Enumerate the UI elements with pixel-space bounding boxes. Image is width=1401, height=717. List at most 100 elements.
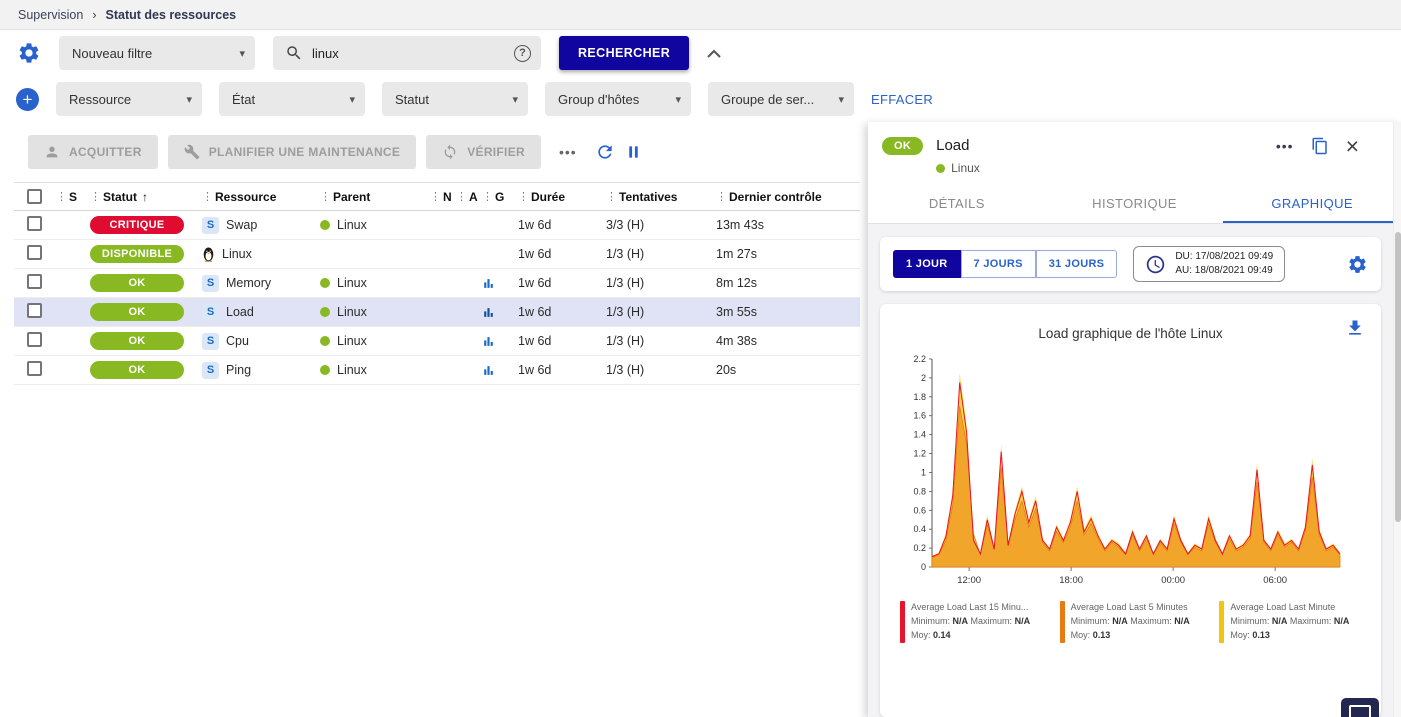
criteria-select-state[interactable]: État ▾ [219, 82, 365, 116]
parent-name: Linux [337, 218, 367, 232]
graph-card: Load graphique de l'hôte Linux 00.20.40.… [880, 304, 1381, 717]
breadcrumb: Supervision › Statut des ressources [0, 0, 1401, 30]
scrollbar-thumb[interactable] [1395, 232, 1401, 522]
drag-handle-icon[interactable]: ⋮ [456, 190, 467, 203]
col-header-n[interactable]: N [443, 190, 452, 204]
select-all-checkbox[interactable] [27, 189, 42, 204]
duration-value: 1w 6d [518, 247, 606, 261]
drag-handle-icon[interactable]: ⋮ [202, 190, 213, 203]
collapse-filters-button[interactable] [707, 49, 721, 58]
breadcrumb-item-supervision[interactable]: Supervision [18, 8, 83, 22]
copy-link-button[interactable] [1311, 137, 1329, 155]
parent-name: Linux [337, 363, 367, 377]
search-input[interactable] [312, 46, 505, 61]
graph-icon[interactable] [482, 306, 518, 319]
clear-filters-button[interactable]: EFFACER [871, 92, 933, 107]
legend-item-load5[interactable]: Average Load Last 5 Minutes Minimum: N/A… [1060, 601, 1210, 643]
row-checkbox[interactable] [27, 274, 42, 289]
range-button-7days[interactable]: 7 JOURS [961, 250, 1036, 278]
filter-settings-button[interactable] [17, 41, 41, 65]
close-panel-button[interactable]: × [1346, 137, 1359, 155]
graph-icon[interactable] [482, 364, 518, 377]
more-actions-button[interactable]: ••• [559, 144, 577, 160]
drag-handle-icon[interactable]: ⋮ [56, 190, 67, 203]
search-button[interactable]: RECHERCHER [559, 36, 689, 70]
tab-history[interactable]: HISTORIQUE [1046, 184, 1224, 223]
criteria-select-status[interactable]: Statut ▾ [382, 82, 528, 116]
row-checkbox[interactable] [27, 216, 42, 231]
col-header-status[interactable]: Statut [103, 190, 137, 204]
pause-icon [625, 143, 642, 161]
table-row-memory[interactable]: OK SMemory Linux 1w 6d 1/3 (H) 8m 12s [14, 269, 860, 298]
pause-button[interactable] [625, 143, 642, 161]
criteria-select-hostgroup[interactable]: Group d'hôtes ▾ [545, 82, 691, 116]
legend-item-load1[interactable]: Average Load Last Minute Minimum: N/A Ma… [1219, 601, 1369, 643]
row-checkbox[interactable] [27, 361, 42, 376]
table-row-load[interactable]: OK SLoad Linux 1w 6d 1/3 (H) 3m 55s [14, 298, 860, 327]
drag-handle-icon[interactable]: ⋮ [90, 190, 101, 203]
legend-max-value: N/A [1015, 616, 1031, 626]
table-row-swap[interactable]: CRITIQUE SSwap Linux 1w 6d 3/3 (H) 13m 4… [14, 211, 860, 240]
graph-icon[interactable] [482, 335, 518, 348]
legend-min-value: N/A [1272, 616, 1288, 626]
fullscreen-widget-button[interactable] [1341, 698, 1379, 717]
col-header-last-check[interactable]: Dernier contrôle [729, 190, 822, 204]
svg-text:1.6: 1.6 [913, 411, 926, 421]
drag-handle-icon[interactable]: ⋮ [518, 190, 529, 203]
range-button-31days[interactable]: 31 JOURS [1036, 250, 1118, 278]
saved-filter-select[interactable]: Nouveau filtre ▾ [59, 36, 255, 70]
criteria-label: État [232, 92, 255, 107]
legend-avg-label: Moy: [911, 630, 931, 640]
graph-icon[interactable] [482, 277, 518, 290]
table-row-cpu[interactable]: OK SCpu Linux 1w 6d 1/3 (H) 4m 38s [14, 327, 860, 356]
row-checkbox[interactable] [27, 332, 42, 347]
panel-scrollbar[interactable] [1393, 122, 1401, 717]
drag-handle-icon[interactable]: ⋮ [482, 190, 493, 203]
criteria-select-resource[interactable]: Ressource ▾ [56, 82, 202, 116]
chart-legend: Average Load Last 15 Minu... Minimum: N/… [888, 593, 1373, 653]
panel-host-name[interactable]: Linux [951, 161, 980, 175]
legend-avg-value: 0.14 [933, 630, 951, 640]
drag-handle-icon[interactable]: ⋮ [320, 190, 331, 203]
legend-color-bar [900, 601, 905, 643]
row-checkbox[interactable] [27, 245, 42, 260]
graph-settings-button[interactable] [1347, 254, 1368, 275]
time-range-card: 1 JOUR 7 JOURS 31 JOURS DU: 17/08/2021 0… [880, 237, 1381, 291]
legend-max-label: Maximum: [971, 616, 1013, 626]
col-header-parent[interactable]: Parent [333, 190, 370, 204]
svg-text:0.8: 0.8 [913, 486, 926, 496]
table-row-linux-host[interactable]: DISPONIBLE Linux 1w 6d 1/3 (H) 1m 27s [14, 240, 860, 269]
legend-avg-label: Moy: [1230, 630, 1250, 640]
export-graph-button[interactable] [1345, 318, 1365, 338]
refresh-button[interactable] [595, 142, 615, 162]
maintenance-button[interactable]: PLANIFIER UNE MAINTENANCE [168, 135, 417, 169]
svg-text:2: 2 [921, 373, 926, 383]
drag-handle-icon[interactable]: ⋮ [606, 190, 617, 203]
help-icon[interactable]: ? [514, 45, 531, 62]
tab-details[interactable]: DÉTAILS [868, 184, 1046, 223]
col-header-state[interactable]: S [69, 190, 77, 204]
col-header-duration[interactable]: Durée [531, 190, 565, 204]
table-row-ping[interactable]: OK SPing Linux 1w 6d 1/3 (H) 20s [14, 356, 860, 385]
criteria-select-servicegroup[interactable]: Groupe de ser... ▾ [708, 82, 854, 116]
time-period-picker[interactable]: DU: 17/08/2021 09:49 AU: 18/08/2021 09:4… [1133, 246, 1285, 282]
saved-filter-value: Nouveau filtre [72, 46, 152, 61]
panel-more-button[interactable]: ••• [1276, 138, 1294, 154]
check-button[interactable]: VÉRIFIER [426, 135, 541, 169]
acknowledge-button[interactable]: ACQUITTER [28, 135, 158, 169]
row-checkbox[interactable] [27, 303, 42, 318]
col-header-a[interactable]: A [469, 190, 478, 204]
drag-handle-icon[interactable]: ⋮ [716, 190, 727, 203]
resources-list-area: ACQUITTER PLANIFIER UNE MAINTENANCE VÉRI… [0, 122, 868, 717]
add-criteria-button[interactable]: + [16, 88, 39, 111]
legend-item-load15[interactable]: Average Load Last 15 Minu... Minimum: N/… [900, 601, 1050, 643]
col-header-g[interactable]: G [495, 190, 504, 204]
search-box[interactable]: ? [273, 36, 541, 70]
range-button-1day[interactable]: 1 JOUR [893, 250, 961, 278]
col-header-resource[interactable]: Ressource [215, 190, 276, 204]
tab-graph[interactable]: GRAPHIQUE [1223, 184, 1401, 223]
drag-handle-icon[interactable]: ⋮ [430, 190, 441, 203]
col-header-tries[interactable]: Tentatives [619, 190, 677, 204]
chart-title: Load graphique de l'hôte Linux [888, 326, 1373, 341]
sort-asc-icon[interactable]: ↑ [142, 190, 148, 204]
